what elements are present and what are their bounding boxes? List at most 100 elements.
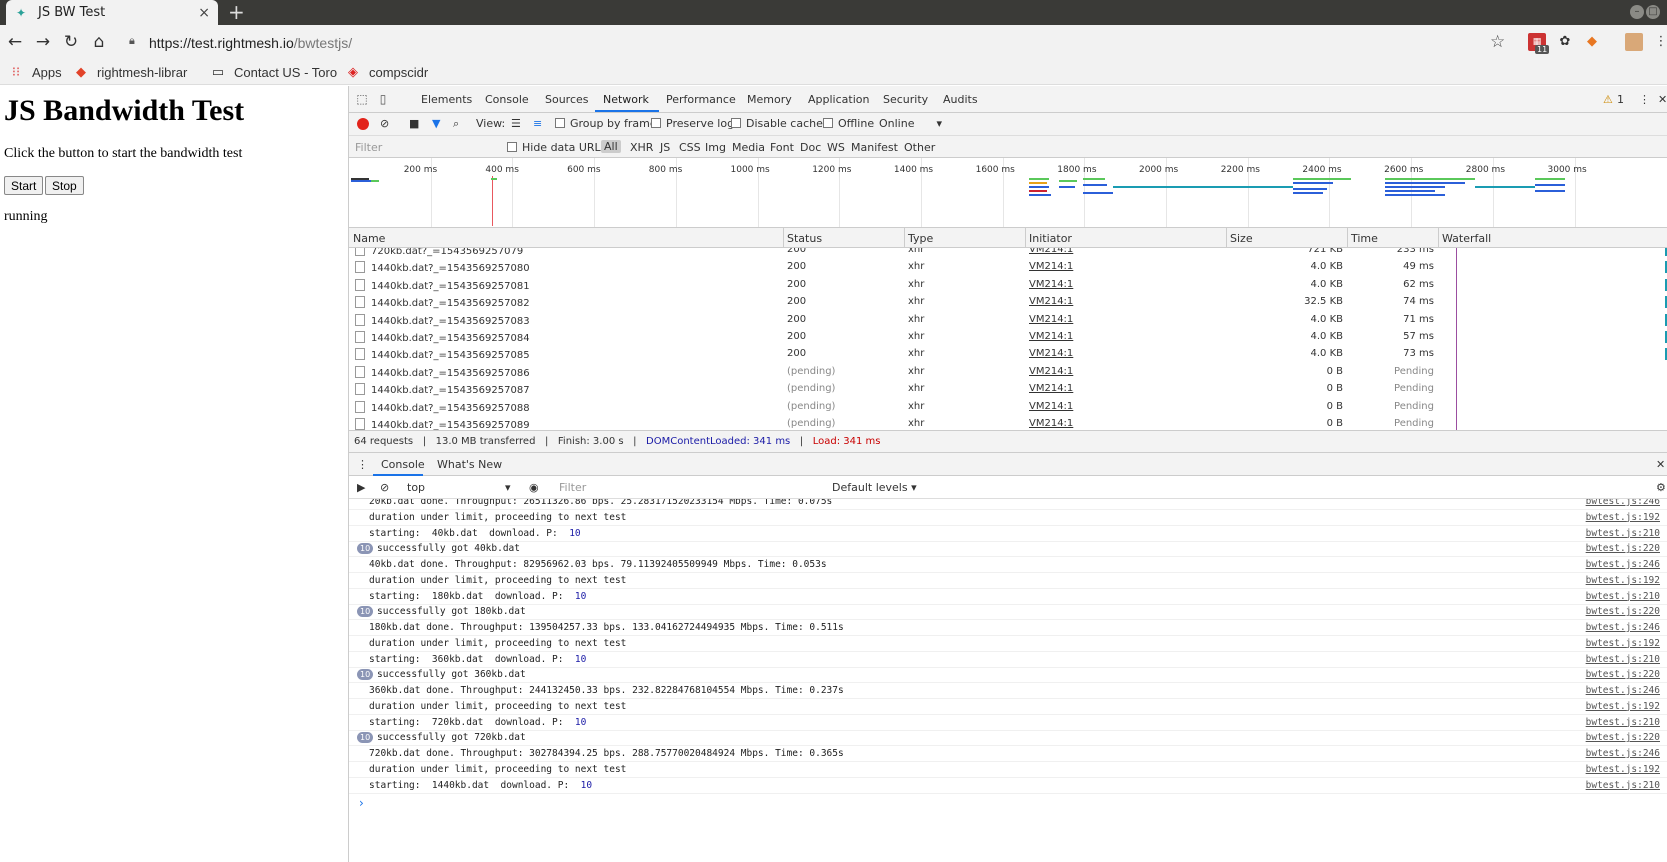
overview-icon[interactable]: ≡ <box>533 117 542 130</box>
tab-memory[interactable]: Memory <box>747 93 792 106</box>
console-source-link[interactable]: bwtest.js:220 <box>1586 606 1660 617</box>
tab-console[interactable]: Console <box>485 93 529 106</box>
forward-icon[interactable]: → <box>32 31 54 53</box>
log-levels-select[interactable]: Default levels ▾ <box>832 481 917 494</box>
request-initiator[interactable]: VM214:1 <box>1029 366 1073 377</box>
column-name[interactable]: Name <box>353 232 385 245</box>
address-bar[interactable]: https://test.rightmesh.io/bwtestjs/ <box>149 35 352 51</box>
console-source-link[interactable]: bwtest.js:220 <box>1586 732 1660 743</box>
profile-avatar[interactable] <box>1625 33 1643 51</box>
request-row[interactable]: 1440kb.dat?_=1543569257086 (pending) xhr VM… <box>349 364 1667 381</box>
start-button[interactable]: Start <box>4 176 44 195</box>
tab-application[interactable]: Application <box>808 93 869 106</box>
drawer-tab-whats-new[interactable]: What's New <box>437 458 502 471</box>
device-toolbar-icon[interactable]: ▯ <box>375 91 391 107</box>
browser-tab[interactable]: ✦ JS BW Test × <box>6 0 218 25</box>
request-initiator[interactable]: VM214:1 <box>1029 248 1073 255</box>
console-source-link[interactable]: bwtest.js:192 <box>1586 764 1660 775</box>
column-time[interactable]: Time <box>1351 232 1378 245</box>
request-initiator[interactable]: VM214:1 <box>1029 314 1073 325</box>
live-expression-eye-icon[interactable]: ◉ <box>529 481 539 494</box>
request-initiator[interactable]: VM214:1 <box>1029 279 1073 290</box>
filter-type-xhr[interactable]: XHR <box>630 141 653 154</box>
request-row[interactable]: 1440kb.dat?_=1543569257084 200 xhr VM214:1 4… <box>349 329 1667 346</box>
maximize-icon[interactable]: □ <box>1646 5 1660 19</box>
warning-icon[interactable]: ⚠ <box>1603 93 1613 106</box>
console-source-link[interactable]: bwtest.js:210 <box>1586 591 1660 602</box>
stop-button[interactable]: Stop <box>45 176 84 195</box>
request-initiator[interactable]: VM214:1 <box>1029 331 1073 342</box>
disable-cache-checkbox[interactable]: Disable cache <box>731 117 823 130</box>
devtools-menu-icon[interactable]: ⋮ <box>1639 93 1650 106</box>
console-source-link[interactable]: bwtest.js:246 <box>1586 748 1660 759</box>
request-initiator[interactable]: VM214:1 <box>1029 296 1073 307</box>
preserve-log-checkbox[interactable]: Preserve log <box>651 117 734 130</box>
filter-type-media[interactable]: Media <box>732 141 765 154</box>
request-row[interactable]: 720kb.dat?_=1543569257079 200 xhr VM214:1 72… <box>349 248 1667 259</box>
filter-type-all[interactable]: All <box>601 140 621 153</box>
inspect-element-icon[interactable]: ⬚ <box>354 91 370 107</box>
request-row[interactable]: 1440kb.dat?_=1543569257085 200 xhr VM214:1 4… <box>349 346 1667 363</box>
search-icon[interactable]: ⌕ <box>453 117 459 131</box>
console-settings-gear-icon[interactable]: ⚙ <box>1656 481 1666 494</box>
request-row[interactable]: 1440kb.dat?_=1543569257088 (pending) xhr VM… <box>349 399 1667 416</box>
home-icon[interactable]: ⌂ <box>88 31 110 53</box>
request-initiator[interactable]: VM214:1 <box>1029 418 1073 429</box>
request-initiator[interactable]: VM214:1 <box>1029 383 1073 394</box>
warning-count[interactable]: 1 <box>1617 93 1624 106</box>
context-select[interactable]: top ▾ <box>407 481 511 494</box>
filter-input[interactable]: Filter <box>355 141 382 154</box>
console-sidebar-icon[interactable]: ▶ <box>357 481 365 494</box>
column-status[interactable]: Status <box>787 232 822 245</box>
throttle-select[interactable]: Online ▾ <box>879 117 942 130</box>
filter-type-font[interactable]: Font <box>770 141 794 154</box>
console-source-link[interactable]: bwtest.js:210 <box>1586 654 1660 665</box>
lock-icon[interactable]: 🔒︎ <box>129 34 139 47</box>
console-clear-icon[interactable]: ⊘ <box>380 481 389 494</box>
offline-checkbox[interactable]: Offline <box>823 117 874 130</box>
request-row[interactable]: 1440kb.dat?_=1543569257089 (pending) xhr VM… <box>349 416 1667 430</box>
filter-type-css[interactable]: CSS <box>679 141 701 154</box>
bookmark-apps[interactable]: ⁝⁝ Apps <box>8 64 62 80</box>
bookmark-contact-us[interactable]: ▭ Contact US - Toro <box>210 64 337 80</box>
tab-sources[interactable]: Sources <box>545 93 589 106</box>
console-source-link[interactable]: bwtest.js:192 <box>1586 575 1660 586</box>
filter-type-other[interactable]: Other <box>904 141 935 154</box>
hide-data-urls-checkbox[interactable]: Hide data URLs <box>507 141 606 154</box>
console-source-link[interactable]: bwtest.js:192 <box>1586 512 1660 523</box>
request-initiator[interactable]: VM214:1 <box>1029 348 1073 359</box>
request-row[interactable]: 1440kb.dat?_=1543569257083 200 xhr VM214:1 4… <box>349 312 1667 329</box>
column-waterfall[interactable]: Waterfall <box>1442 232 1491 245</box>
console-source-link[interactable]: bwtest.js:210 <box>1586 528 1660 539</box>
bookmark-rightmesh[interactable]: ◆ rightmesh-librar <box>73 64 187 80</box>
console-source-link[interactable]: bwtest.js:246 <box>1586 622 1660 633</box>
request-row[interactable]: 1440kb.dat?_=1543569257080 200 xhr VM214:1 4… <box>349 259 1667 276</box>
tab-audits[interactable]: Audits <box>943 93 978 106</box>
back-icon[interactable]: ← <box>4 31 26 53</box>
filter-type-ws[interactable]: WS <box>827 141 845 154</box>
drawer-close-icon[interactable]: ✕ <box>1656 458 1665 471</box>
large-rows-icon[interactable]: ☰ <box>511 117 521 130</box>
clear-icon[interactable]: ⊘ <box>380 117 389 130</box>
request-row[interactable]: 1440kb.dat?_=1543569257082 200 xhr VM214:1 3… <box>349 294 1667 311</box>
console-filter-input[interactable]: Filter <box>559 481 586 494</box>
console-source-link[interactable]: bwtest.js:246 <box>1586 559 1660 570</box>
devtools-close-icon[interactable]: ✕ <box>1658 93 1667 106</box>
network-overview-timeline[interactable]: 200 ms 400 ms 600 ms 800 ms 1000 ms 1200 ms 14… <box>349 158 1667 228</box>
column-type[interactable]: Type <box>908 232 933 245</box>
console-source-link[interactable]: bwtest.js:210 <box>1586 717 1660 728</box>
filter-icon[interactable]: ▼ <box>432 117 440 130</box>
tab-performance[interactable]: Performance <box>666 93 736 106</box>
minimize-icon[interactable]: – <box>1630 5 1644 19</box>
request-initiator[interactable]: VM214:1 <box>1029 261 1073 272</box>
console-source-link[interactable]: bwtest.js:246 <box>1586 499 1660 507</box>
console-source-link[interactable]: bwtest.js:246 <box>1586 685 1660 696</box>
console-prompt[interactable]: › <box>359 796 364 810</box>
console-source-link[interactable]: bwtest.js:220 <box>1586 669 1660 680</box>
bookmark-compscidr[interactable]: ◈ compscidr <box>345 64 428 80</box>
console-source-link[interactable]: bwtest.js:192 <box>1586 701 1660 712</box>
filter-type-doc[interactable]: Doc <box>800 141 821 154</box>
menu-kebab-icon[interactable]: ⋮ <box>1652 33 1667 51</box>
group-by-frame-checkbox[interactable]: Group by frame <box>555 117 657 130</box>
console-source-link[interactable]: bwtest.js:210 <box>1586 780 1660 791</box>
